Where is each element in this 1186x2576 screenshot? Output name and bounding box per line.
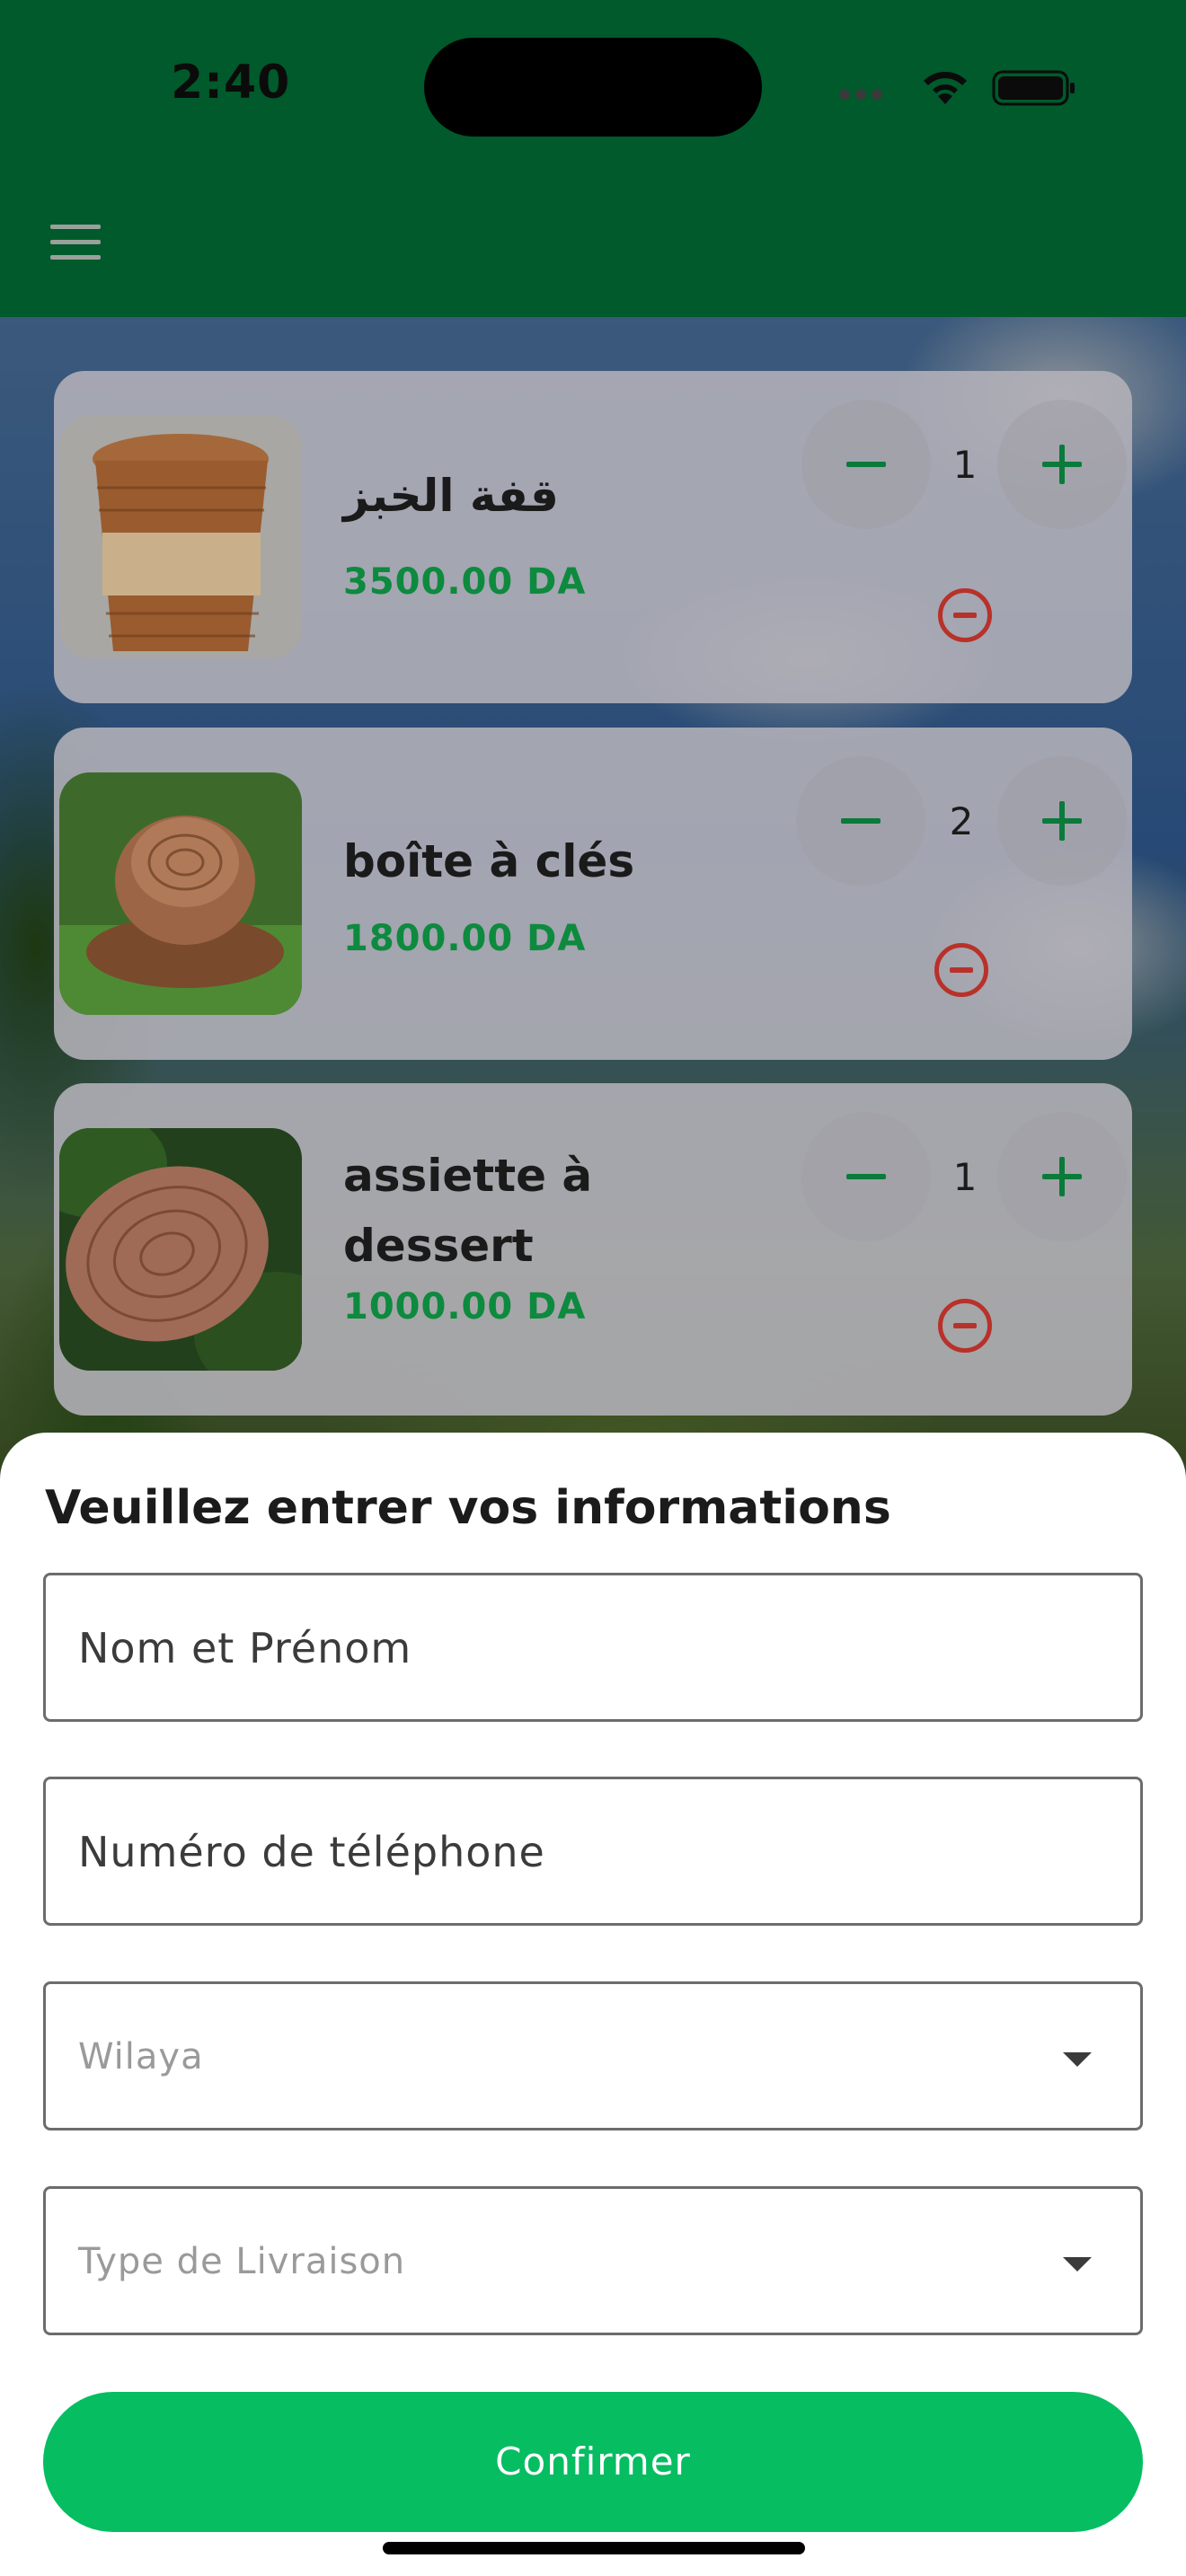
cart-item: boîte à clés 1800.00 DA 2 bbox=[54, 728, 1132, 1060]
minus-icon bbox=[846, 462, 886, 467]
quantity-value: 2 bbox=[949, 799, 974, 843]
wilaya-placeholder: Wilaya bbox=[78, 2036, 204, 2078]
increase-quantity-button[interactable] bbox=[997, 1112, 1127, 1241]
product-title: قفة الخبز bbox=[343, 470, 559, 522]
product-image bbox=[59, 1128, 302, 1371]
full-name-label: Nom et Prénom bbox=[78, 1624, 412, 1672]
sheet-title: Veuillez entrer vos informations bbox=[45, 1481, 891, 1535]
dropdown-arrow-icon bbox=[1063, 2257, 1092, 2272]
remove-circle-icon bbox=[953, 613, 977, 618]
remove-item-button[interactable] bbox=[938, 1299, 992, 1353]
confirm-button[interactable]: Confirmer bbox=[43, 2392, 1143, 2532]
product-image bbox=[59, 416, 302, 658]
home-indicator bbox=[383, 2542, 805, 2554]
product-image bbox=[59, 772, 302, 1015]
dropdown-arrow-icon bbox=[1063, 2052, 1092, 2067]
wilaya-select[interactable]: Wilaya bbox=[43, 1981, 1143, 2130]
cellular-signal-icon bbox=[839, 86, 904, 104]
remove-item-button[interactable] bbox=[934, 943, 988, 997]
remove-item-button[interactable] bbox=[938, 588, 992, 642]
quantity-value: 1 bbox=[952, 1155, 978, 1199]
product-price: 1800.00 DA bbox=[343, 918, 587, 959]
delivery-type-select[interactable]: Type de Livraison bbox=[43, 2186, 1143, 2335]
wifi-icon bbox=[924, 72, 967, 104]
cart-item: assiette à dessert 1000.00 DA 1 bbox=[54, 1083, 1132, 1416]
product-price: 3500.00 DA bbox=[343, 561, 587, 603]
dynamic-island bbox=[424, 38, 762, 137]
cart-item: قفة الخبز 3500.00 DA 1 bbox=[54, 371, 1132, 703]
minus-icon bbox=[846, 1174, 886, 1179]
customer-info-sheet: Veuillez entrer vos informations Nom et … bbox=[0, 1433, 1186, 2576]
status-time: 2:40 bbox=[171, 56, 291, 110]
decrease-quantity-button[interactable] bbox=[801, 1112, 931, 1241]
decrease-quantity-button[interactable] bbox=[796, 756, 925, 886]
remove-circle-icon bbox=[950, 967, 973, 973]
battery-icon bbox=[992, 70, 1075, 106]
product-title: assiette à dessert bbox=[343, 1150, 593, 1272]
phone-label: Numéro de téléphone bbox=[78, 1828, 545, 1876]
minus-icon bbox=[841, 818, 881, 824]
product-price: 1000.00 DA bbox=[343, 1286, 587, 1328]
hamburger-menu-icon[interactable] bbox=[50, 225, 101, 262]
increase-quantity-button[interactable] bbox=[997, 756, 1127, 886]
full-name-field[interactable]: Nom et Prénom bbox=[43, 1573, 1143, 1722]
decrease-quantity-button[interactable] bbox=[801, 400, 931, 529]
phone-field[interactable]: Numéro de téléphone bbox=[43, 1777, 1143, 1926]
remove-circle-icon bbox=[953, 1323, 977, 1328]
delivery-type-placeholder: Type de Livraison bbox=[78, 2241, 406, 2282]
quantity-value: 1 bbox=[952, 443, 978, 487]
product-title: boîte à clés bbox=[343, 835, 635, 887]
app-header: 2:40 bbox=[0, 0, 1186, 317]
increase-quantity-button[interactable] bbox=[997, 400, 1127, 529]
